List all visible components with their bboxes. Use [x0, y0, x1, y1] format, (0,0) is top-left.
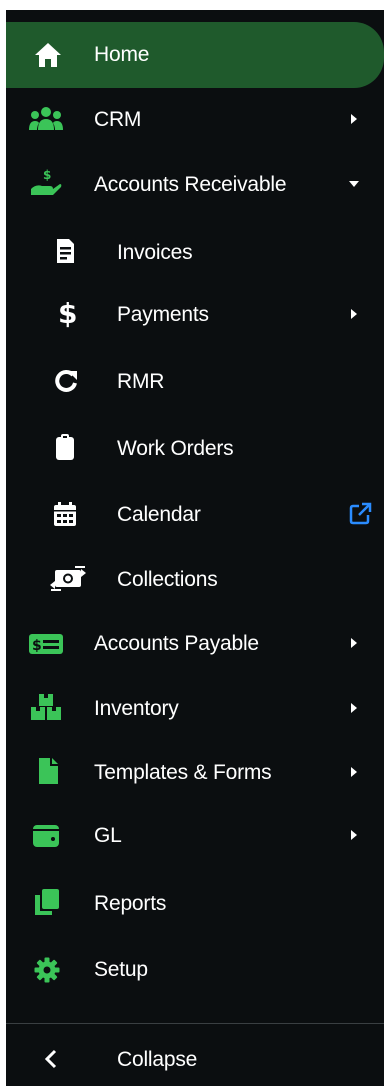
sidebar-item-accounts-receivable[interactable]: $ Accounts Receivable	[6, 155, 384, 213]
clipboard-icon	[50, 432, 80, 462]
copy-icon	[32, 887, 62, 917]
calendar-icon	[50, 499, 80, 529]
money-exchange-icon	[49, 564, 87, 594]
wallet-icon	[31, 821, 61, 851]
sidebar-item-label: Accounts Payable	[94, 632, 259, 655]
sidebar-item-home[interactable]: Home	[6, 22, 384, 88]
sidebar-item-setup[interactable]: Setup	[6, 940, 384, 998]
sidebar-item-label: Home	[94, 43, 150, 66]
collapse-label: Collapse	[117, 1048, 198, 1071]
sidebar-item-label: RMR	[117, 370, 165, 393]
sidebar-item-crm[interactable]: CRM	[6, 90, 384, 148]
sidebar-item-invoices[interactable]: Invoices	[6, 222, 384, 280]
dollar-icon: $	[51, 298, 81, 328]
money-bill-icon: $	[28, 629, 64, 659]
sidebar-item-label: Reports	[94, 892, 167, 915]
sidebar-item-gl[interactable]: GL	[6, 806, 384, 864]
sidebar-item-label: Inventory	[94, 697, 179, 720]
gear-icon	[32, 955, 62, 985]
sidebar-item-calendar[interactable]: Calendar	[6, 485, 384, 543]
sidebar-divider	[6, 1023, 384, 1024]
chevron-left-icon	[36, 1044, 66, 1074]
sidebar-item-reports[interactable]: Reports	[6, 874, 384, 932]
sidebar-item-label: Templates & Forms	[94, 761, 272, 784]
caret-right-icon	[346, 306, 362, 322]
svg-text:$: $	[32, 638, 42, 654]
sidebar-nav: Home CRM $ Accounts Receivable Invoices …	[6, 10, 384, 1086]
sidebar-item-label: Calendar	[117, 503, 201, 526]
collapse-button[interactable]: Collapse	[6, 1030, 384, 1088]
external-link-icon[interactable]	[348, 502, 372, 526]
boxes-icon	[30, 692, 62, 722]
sidebar-item-label: Work Orders	[117, 437, 234, 460]
sidebar-item-label: Invoices	[117, 241, 193, 264]
sidebar-item-rmr[interactable]: RMR	[6, 352, 384, 410]
sidebar-item-inventory[interactable]: Inventory	[6, 679, 384, 737]
sidebar-item-label: Accounts Receivable	[94, 173, 287, 196]
sidebar-item-payments[interactable]: $ Payments	[6, 285, 384, 343]
sidebar-item-templates-forms[interactable]: Templates & Forms	[6, 743, 384, 801]
sidebar-item-label: GL	[94, 824, 122, 847]
caret-right-icon	[346, 764, 362, 780]
caret-right-icon	[346, 827, 362, 843]
svg-text:$: $	[43, 168, 51, 182]
hand-dollar-icon: $	[30, 167, 62, 197]
sidebar-item-label: CRM	[94, 108, 142, 131]
file-icon	[33, 756, 63, 786]
svg-text:$: $	[58, 298, 76, 328]
refresh-icon	[51, 366, 81, 396]
sidebar-item-label: Collections	[117, 568, 218, 591]
caret-right-icon	[346, 635, 362, 651]
sidebar-item-collections[interactable]: Collections	[6, 550, 384, 608]
caret-down-icon	[346, 176, 362, 192]
invoice-icon	[50, 236, 80, 266]
caret-right-icon	[346, 111, 362, 127]
sidebar-item-work-orders[interactable]: Work Orders	[6, 418, 384, 476]
sidebar-item-label: Setup	[94, 958, 148, 981]
sidebar-item-label: Payments	[117, 303, 209, 326]
home-icon	[33, 40, 63, 70]
users-icon	[29, 104, 63, 134]
sidebar-item-accounts-payable[interactable]: $ Accounts Payable	[6, 614, 384, 672]
caret-right-icon	[346, 700, 362, 716]
